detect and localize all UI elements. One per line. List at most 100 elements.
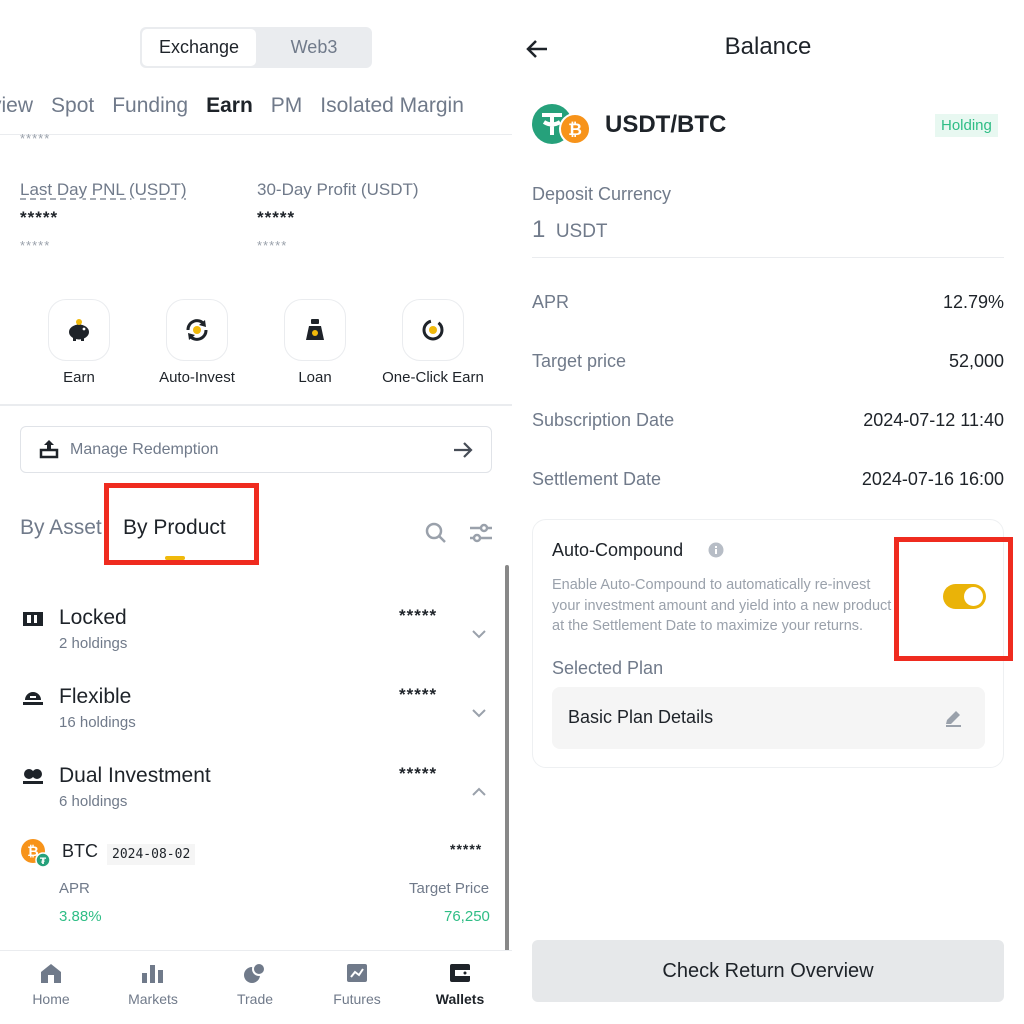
svg-text:₮: ₮ — [40, 857, 47, 867]
quick-action-earn[interactable]: Earn — [14, 299, 144, 386]
holding-date: 2024-08-02 — [107, 844, 196, 865]
tab-spot[interactable]: Spot — [51, 94, 94, 117]
status-badge: Holding — [935, 114, 998, 137]
wallet-tabs: rview Spot Funding Earn PM Isolated Margin — [0, 94, 482, 118]
deposit-unit: USDT — [555, 221, 608, 242]
quick-action-earn-label: Earn — [63, 369, 95, 386]
bottom-nav: Home Markets Trade Futures Wallets — [0, 950, 512, 1024]
dual-investment-icon — [22, 767, 44, 792]
product-row-dual-investment[interactable]: Dual Investment 6 holdings ***** — [0, 758, 505, 826]
manage-redemption-label: Manage Redemption — [70, 441, 219, 458]
deposit-amount-value: 1 — [532, 216, 546, 243]
trade-icon — [244, 962, 266, 983]
target-price-label: Target price — [532, 351, 627, 371]
account-type-switch: Exchange Web3 — [140, 27, 372, 68]
redemption-icon — [39, 439, 59, 464]
search-icon[interactable] — [424, 521, 448, 550]
total-balance-masked: ***** — [20, 131, 51, 146]
nav-trade[interactable]: Trade — [210, 961, 300, 1007]
money-bag-icon — [284, 299, 346, 361]
plan-details-button[interactable]: Basic Plan Details — [552, 687, 985, 749]
markets-icon — [142, 965, 163, 983]
tab-overview[interactable]: rview — [0, 94, 33, 117]
holding-apr-value: 3.88% — [59, 908, 102, 925]
futures-icon — [347, 964, 367, 982]
holding-item-btc[interactable]: ₿ ₮ BTC 2024-08-02 ***** APR Target Price… — [0, 833, 505, 941]
product-holdings: 6 holdings — [59, 793, 128, 810]
product-value: ***** — [399, 685, 438, 704]
tab-funding[interactable]: Funding — [112, 94, 188, 117]
tab-earn[interactable]: Earn — [206, 94, 253, 117]
description-line-3: at the Settlement Date to maximize your … — [552, 618, 864, 634]
holding-target-label: Target Price — [409, 880, 490, 897]
thirty-day-profit-sub: ***** — [257, 238, 288, 253]
description-line-1: Enable Auto-Compound to automatically re… — [552, 577, 871, 593]
auto-compound-title: Auto-Compound — [552, 540, 684, 560]
quick-action-loan-label: Loan — [298, 369, 332, 386]
product-value: ***** — [399, 606, 438, 625]
tab-pm[interactable]: PM — [271, 94, 303, 117]
holding-target-value: 76,250 — [444, 908, 490, 925]
scrollbar[interactable] — [505, 565, 509, 960]
apr-label: APR — [532, 292, 570, 312]
pair-name: USDT/BTC — [605, 111, 727, 138]
holding-value: ***** — [450, 841, 483, 857]
info-icon[interactable] — [708, 542, 724, 563]
arrow-right-icon — [451, 438, 475, 467]
description-line-2: your investment amount and yield into a … — [552, 597, 892, 614]
chevron-down-icon — [471, 627, 487, 645]
highlight-by-product — [104, 483, 259, 565]
filter-icon[interactable] — [468, 521, 494, 550]
quick-action-one-click-earn-label: One-Click Earn — [382, 369, 484, 386]
subscription-date-label: Subscription Date — [532, 410, 675, 430]
tab-isolated-margin[interactable]: Isolated Margin — [320, 94, 464, 117]
svg-text:₿: ₿ — [568, 120, 582, 140]
product-title: Flexible — [59, 685, 132, 708]
nav-futures[interactable]: Futures — [312, 961, 402, 1007]
product-row-locked[interactable]: Locked 2 holdings ***** — [0, 600, 505, 668]
quick-action-one-click-earn[interactable]: One-Click Earn — [368, 299, 498, 386]
product-title: Locked — [59, 606, 127, 629]
auto-compound-description: Enable Auto-Compound to automatically re… — [552, 575, 891, 637]
quick-action-auto-invest-label: Auto-Invest — [159, 369, 235, 386]
quick-action-loan[interactable]: Loan — [250, 299, 380, 386]
settlement-date-value: 2024-07-16 16:00 — [861, 469, 1004, 489]
subscription-date-value: 2024-07-12 11:40 — [863, 410, 1004, 430]
nav-trade-label: Trade — [236, 991, 274, 1007]
page-title: Balance — [724, 33, 812, 60]
product-row-flexible[interactable]: Flexible 16 holdings ***** — [0, 679, 505, 747]
selected-plan-label: Selected Plan — [552, 658, 664, 678]
nav-home[interactable]: Home — [6, 961, 96, 1007]
check-return-overview-button[interactable]: Check Return Overview — [532, 940, 1004, 1002]
exchange-tab[interactable]: Exchange — [142, 29, 256, 66]
home-icon — [41, 964, 61, 983]
nav-home-label: Home — [32, 991, 70, 1007]
auto-invest-icon — [166, 299, 228, 361]
product-holdings: 2 holdings — [59, 635, 128, 652]
manage-redemption-button[interactable]: Manage Redemption — [20, 426, 492, 473]
nav-wallets[interactable]: Wallets — [415, 961, 505, 1007]
by-asset-tab[interactable]: By Asset — [20, 516, 102, 540]
quick-action-auto-invest[interactable]: Auto-Invest — [132, 299, 262, 386]
nav-futures-label: Futures — [333, 991, 381, 1007]
flexible-icon — [22, 688, 44, 713]
thirty-day-profit: 30-Day Profit (USDT) ***** ***** — [257, 180, 419, 253]
target-price-value: 52,000 — [948, 351, 1004, 371]
product-value: ***** — [399, 764, 438, 783]
web3-tab[interactable]: Web3 — [258, 29, 370, 66]
edit-pencil-icon[interactable] — [943, 708, 963, 733]
plan-name: Basic Plan Details — [568, 707, 714, 727]
usdt-btc-pair-icon: ₿ — [531, 103, 595, 152]
last-day-pnl-label[interactable]: Last Day PNL (USDT) — [20, 180, 187, 200]
product-holdings: 16 holdings — [59, 714, 136, 731]
last-day-pnl: Last Day PNL (USDT) ***** ***** — [20, 180, 187, 253]
thirty-day-profit-value: ***** — [257, 208, 296, 227]
deposit-divider — [532, 257, 1004, 258]
chevron-down-icon — [471, 706, 487, 724]
wallet-icon — [450, 964, 470, 982]
piggy-bank-icon — [48, 299, 110, 361]
nav-markets[interactable]: Markets — [108, 961, 198, 1007]
one-click-earn-icon — [402, 299, 464, 361]
highlight-toggle — [894, 537, 1013, 661]
locked-icon — [22, 610, 44, 633]
